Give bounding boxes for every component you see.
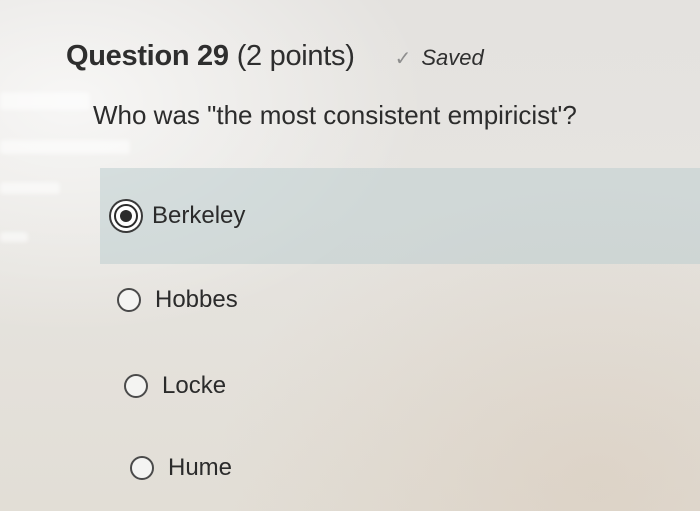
answer-option-hobbes[interactable]: Hobbes <box>117 286 238 314</box>
answer-label[interactable]: Berkeley <box>152 202 245 230</box>
answer-option-berkeley[interactable]: Berkeley <box>100 168 700 264</box>
radio-dot <box>120 210 132 222</box>
radio-button[interactable] <box>124 374 148 398</box>
answer-label[interactable]: Hume <box>168 454 232 482</box>
answer-option-hume[interactable]: Hume <box>130 454 232 482</box>
answer-label[interactable]: Hobbes <box>155 286 238 314</box>
answer-options: Berkeley Hobbes Locke Hume <box>0 0 700 511</box>
answer-option-locke[interactable]: Locke <box>124 372 226 400</box>
answer-label[interactable]: Locke <box>162 372 226 400</box>
radio-button[interactable] <box>117 288 141 312</box>
radio-button-selected[interactable] <box>114 204 138 228</box>
radio-button[interactable] <box>130 456 154 480</box>
